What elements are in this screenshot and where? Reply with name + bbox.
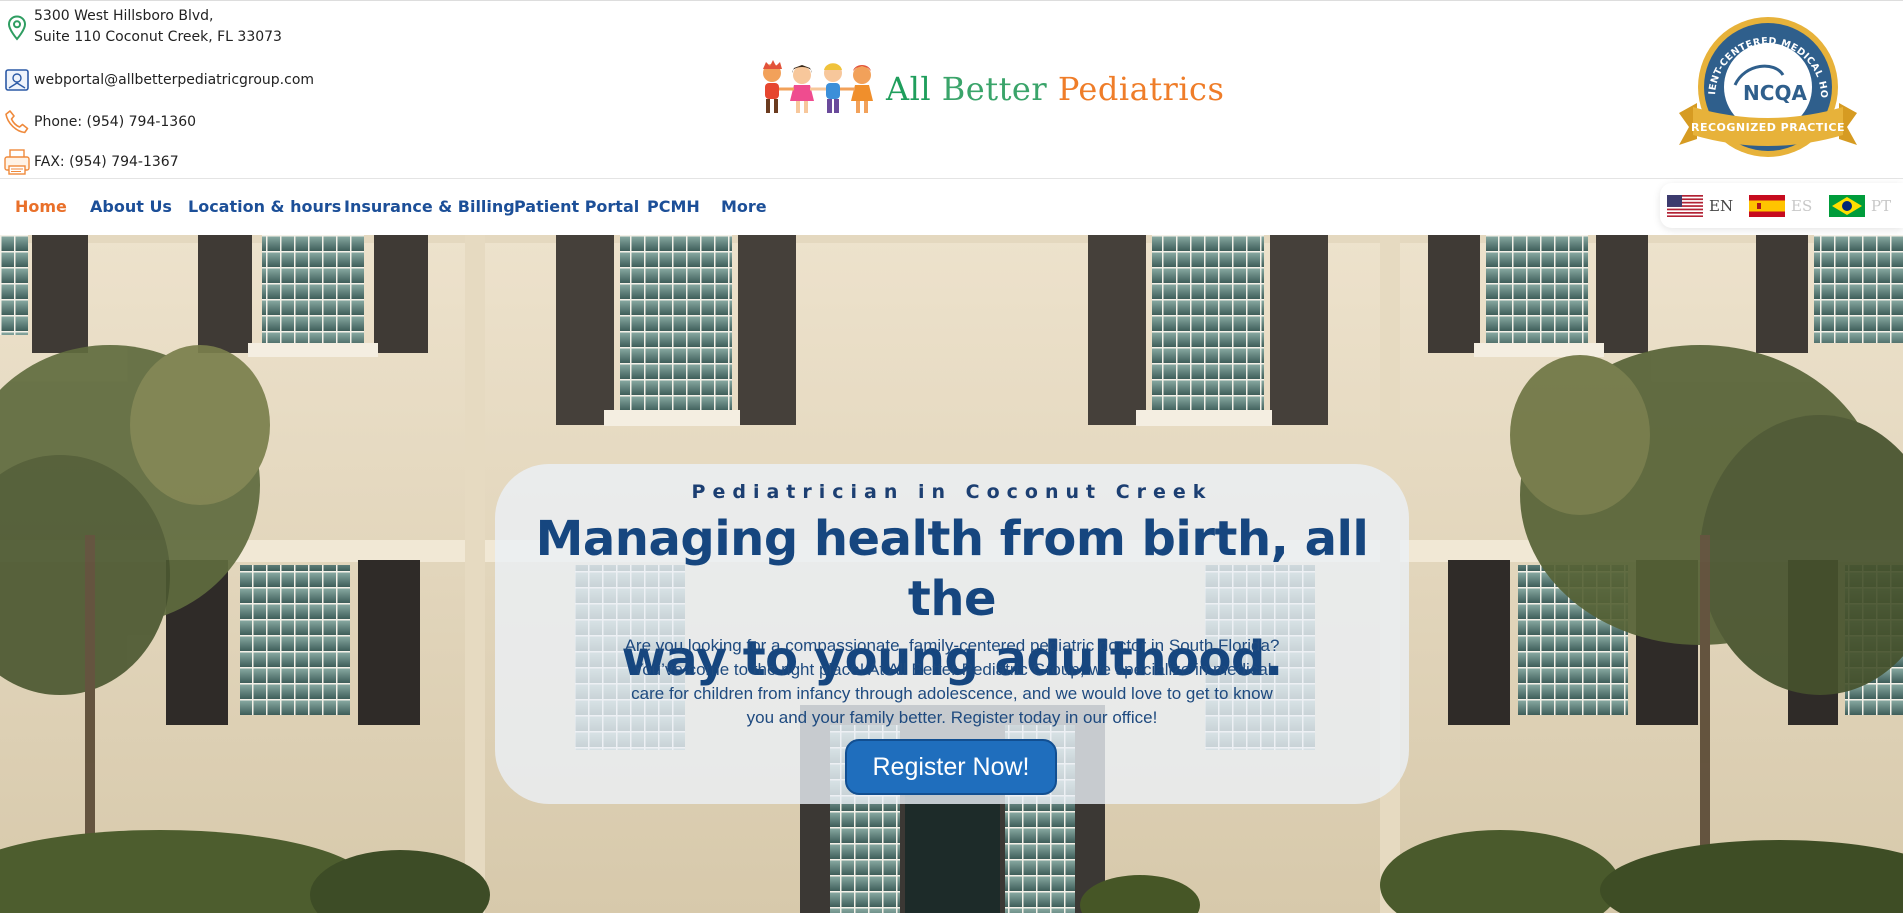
nav-item-location-hours[interactable]: Location & hours	[188, 197, 341, 216]
lang-option-en[interactable]: EN	[1667, 195, 1733, 217]
phone-link[interactable]: Phone: (954) 794-1360	[0, 105, 196, 139]
kids-logo-icon	[763, 60, 873, 113]
address-block[interactable]: 5300 West Hillsboro Blvd, Suite 110 Coco…	[0, 6, 282, 48]
nav-item-pcmh[interactable]: PCMH	[647, 197, 700, 216]
phone-text: Phone: (954) 794-1360	[34, 114, 197, 130]
hero-card: Pediatrician in Coconut Creek Managing h…	[495, 464, 1409, 804]
nav-item-about-us[interactable]: About Us	[90, 197, 172, 216]
register-now-button[interactable]: Register Now!	[845, 739, 1057, 795]
hero-body-text: Are you looking for a compassionate, fam…	[624, 636, 1280, 727]
nav-item-insurance-billing[interactable]: Insurance & Billing	[344, 197, 515, 216]
language-selector: EN ES PT	[1660, 183, 1903, 228]
address-line1: 5300 West Hillsboro Blvd,	[34, 8, 214, 24]
badge-center-text: NCQA	[1743, 81, 1807, 105]
spain-flag-icon	[1749, 195, 1785, 217]
brazil-flag-icon	[1829, 195, 1865, 217]
fax-text: FAX: (954) 794-1367	[34, 154, 179, 170]
badge-ribbon-text: RECOGNIZED PRACTICE	[1691, 121, 1845, 134]
lang-option-pt[interactable]: PT	[1829, 195, 1891, 217]
address-line2: Suite 110 Coconut Creek, FL 33073	[34, 29, 282, 45]
fax-info: FAX: (954) 794-1367	[0, 145, 179, 179]
hero-headline-line1: Managing health from birth, all the	[535, 511, 1369, 627]
fax-icon	[0, 145, 34, 179]
hero-eyebrow: Pediatrician in Coconut Creek	[691, 481, 1213, 503]
map-pin-icon	[0, 6, 34, 46]
nav-item-more[interactable]: More	[721, 197, 767, 216]
hero-section: Pediatrician in Coconut Creek Managing h…	[0, 235, 1903, 913]
main-nav: Home About Us Location & hours Insurance…	[0, 180, 1903, 235]
email-text: webportal@allbetterpediatricgroup.com	[34, 72, 315, 88]
phone-icon	[0, 105, 34, 139]
email-link[interactable]: webportal@allbetterpediatricgroup.com	[0, 63, 314, 97]
ncqa-pcmh-badge: PATIENT-CENTERED MEDICAL HOME NCQA RECOG…	[1675, 15, 1857, 157]
logo-word-pediatrics: Pediatrics	[1057, 70, 1225, 108]
nav-item-patient-portal[interactable]: Patient Portal	[514, 197, 639, 216]
lang-code-pt: PT	[1871, 197, 1892, 215]
site-header: 5300 West Hillsboro Blvd, Suite 110 Coco…	[0, 0, 1903, 179]
email-icon	[0, 63, 34, 97]
logo-word-all: All	[886, 70, 932, 108]
nav-item-home[interactable]: Home	[15, 197, 67, 216]
lang-option-es[interactable]: ES	[1749, 195, 1812, 217]
lang-code-en: EN	[1709, 197, 1734, 215]
lang-code-es: ES	[1791, 197, 1813, 215]
logo-word-better: Better	[941, 70, 1048, 108]
site-logo[interactable]: All Better Pediatrics	[758, 57, 1224, 121]
us-flag-icon	[1667, 195, 1703, 217]
